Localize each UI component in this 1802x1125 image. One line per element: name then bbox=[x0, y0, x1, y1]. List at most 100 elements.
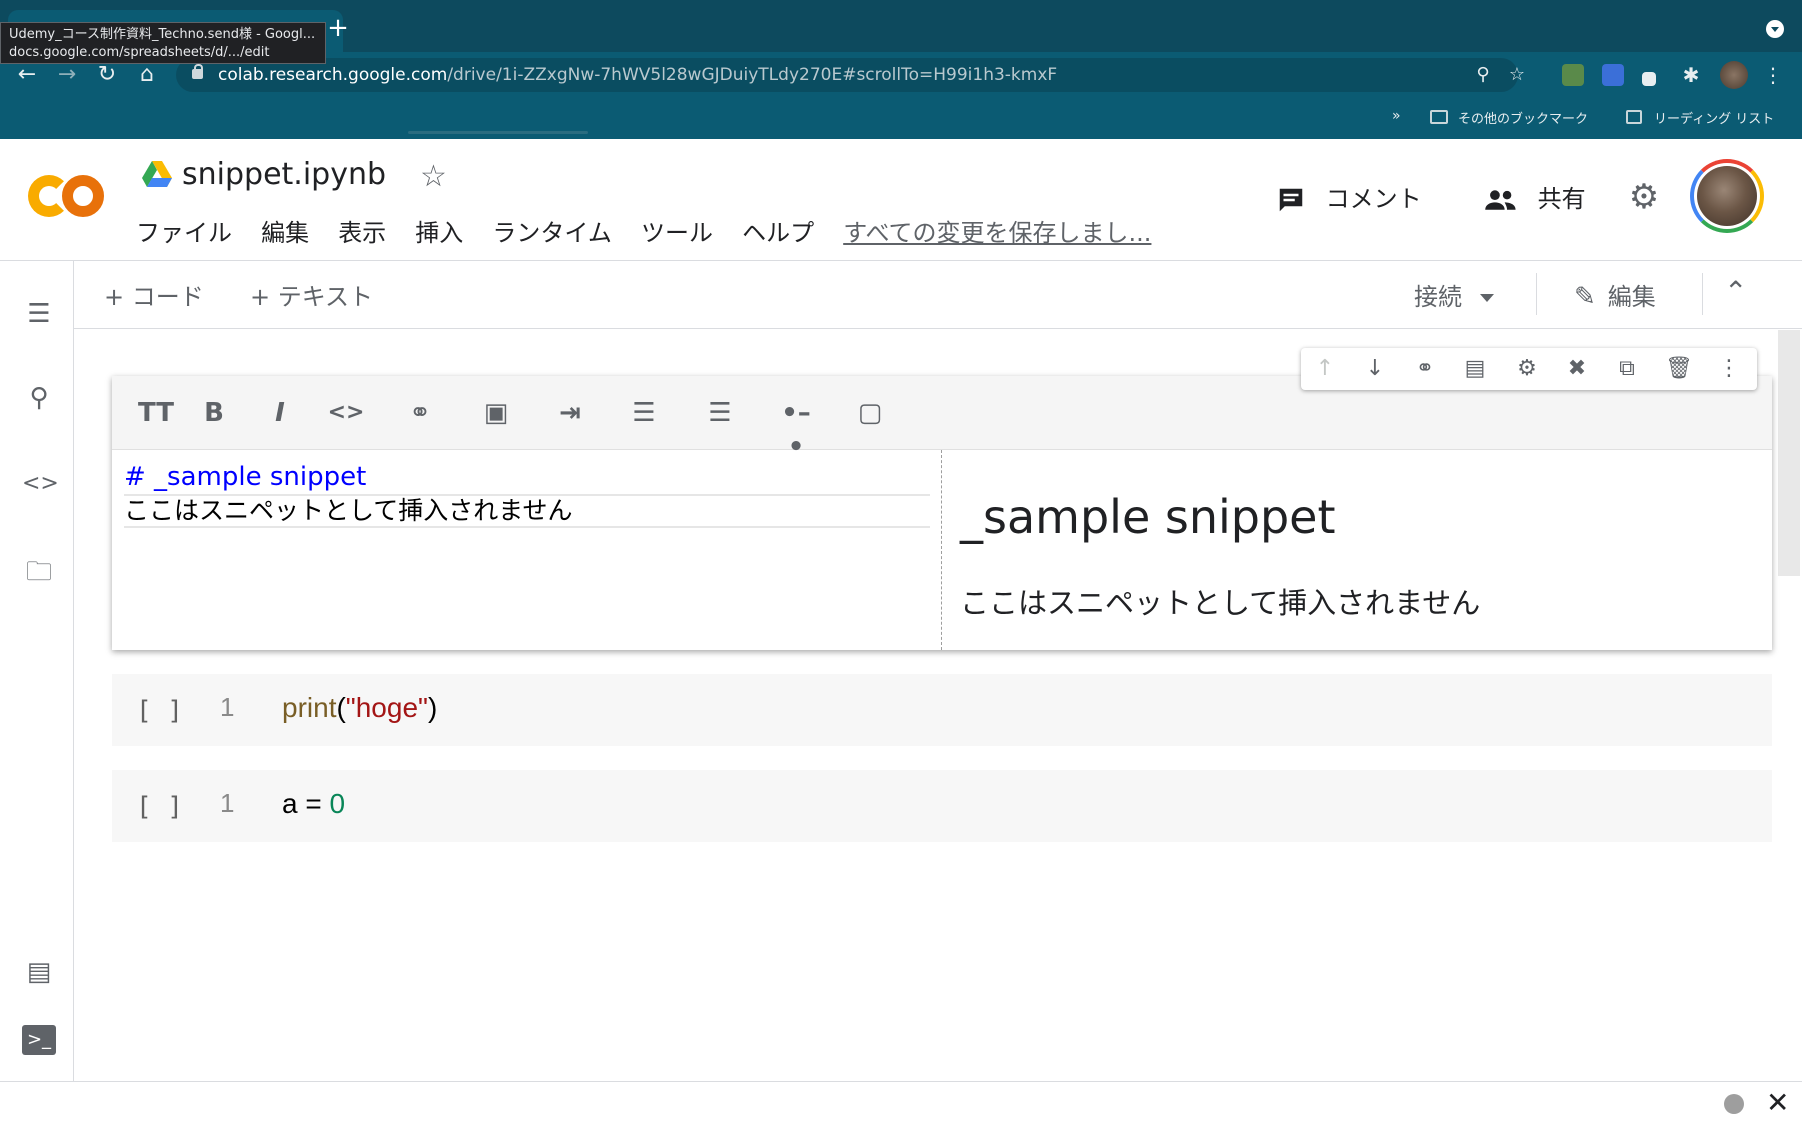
translate-extension-icon[interactable] bbox=[1562, 64, 1584, 86]
save-status[interactable]: すべての変更を保存しまし... bbox=[843, 219, 1151, 247]
close-icon[interactable]: ✕ bbox=[1766, 1086, 1789, 1119]
horizontal-rule-icon[interactable]: •–• bbox=[776, 396, 816, 462]
home-icon[interactable]: ⌂ bbox=[134, 62, 160, 88]
indent-icon[interactable]: ⇥ bbox=[550, 396, 590, 430]
delete-icon[interactable]: 🗑 bbox=[1665, 355, 1693, 383]
link-icon[interactable]: ⚭ bbox=[400, 396, 440, 430]
colab-logo-icon[interactable] bbox=[28, 171, 108, 221]
browser-chrome: + Udemy_コース制作資料_Techno.send様 - Googl... … bbox=[0, 0, 1802, 139]
preview-mode-icon[interactable]: ▢ bbox=[850, 396, 890, 430]
new-tab-icon[interactable]: + bbox=[326, 15, 350, 41]
editor-line-1[interactable]: # _sample snippet bbox=[124, 462, 366, 492]
folder-icon[interactable]: 🗀 bbox=[22, 557, 56, 587]
back-icon[interactable]: ← bbox=[14, 62, 40, 88]
code-cell[interactable]: [ ] 1 a = 0 bbox=[112, 770, 1772, 842]
code-paren-open: ( bbox=[336, 692, 346, 723]
command-palette-icon[interactable]: ▤ bbox=[22, 957, 56, 987]
editor-line-2[interactable]: ここはスニペットとして挿入されません bbox=[124, 494, 930, 528]
url-host: colab.research.google.com bbox=[218, 65, 448, 85]
address-url[interactable]: colab.research.google.com/drive/1i-ZZxgN… bbox=[218, 65, 1057, 85]
bookmark-reading-list[interactable]: リーディング リスト bbox=[1654, 108, 1774, 127]
comment-button[interactable]: コメント bbox=[1276, 179, 1422, 219]
image-icon[interactable]: ▣ bbox=[476, 396, 516, 430]
menu-bar: ファイル 編集 表示 挿入 ランタイム ツール ヘルプ すべての変更を保存しまし… bbox=[136, 213, 1175, 247]
italic-icon[interactable]: I bbox=[260, 396, 300, 430]
connect-button[interactable]: 接続 bbox=[1414, 277, 1494, 312]
preview-heading: _sample snippet bbox=[960, 490, 1336, 544]
bookmark-other[interactable]: その他のブックマーク bbox=[1458, 108, 1588, 127]
table-of-contents-icon[interactable]: ☰ bbox=[22, 299, 56, 329]
search-icon[interactable]: ⚲ bbox=[22, 383, 56, 413]
divider bbox=[1702, 273, 1703, 315]
preview-paragraph: ここはスニペットとして挿入されません bbox=[960, 586, 1481, 620]
status-bar: ✕ bbox=[0, 1081, 1802, 1125]
numbered-list-icon[interactable]: ☰ bbox=[624, 396, 664, 430]
extension-icon[interactable] bbox=[1602, 64, 1624, 86]
bulleted-list-icon[interactable]: ☰ bbox=[700, 396, 740, 430]
menu-insert[interactable]: 挿入 bbox=[415, 219, 463, 247]
zoom-icon[interactable]: ⚲ bbox=[1472, 64, 1494, 86]
add-code-button[interactable]: + コード bbox=[104, 277, 204, 312]
notebook-title[interactable]: snippet.ipynb bbox=[182, 157, 386, 192]
menu-view[interactable]: 表示 bbox=[338, 219, 386, 247]
markdown-editor[interactable]: # _sample snippet ここはスニペットとして挿入されません bbox=[112, 450, 942, 650]
comment-icon[interactable]: ▤ bbox=[1461, 355, 1489, 383]
code-number: 0 bbox=[329, 788, 346, 819]
menu-runtime[interactable]: ランタイム bbox=[492, 219, 612, 247]
bookmarks-overflow[interactable]: » bbox=[1392, 108, 1401, 124]
reading-list-icon bbox=[1626, 110, 1642, 124]
link-icon[interactable]: ⚭ bbox=[1411, 355, 1439, 383]
code-icon[interactable]: <> bbox=[326, 396, 366, 430]
terminal-icon[interactable]: >_ bbox=[22, 1025, 56, 1055]
code-line[interactable]: print("hoge") bbox=[282, 692, 437, 724]
menu-edit[interactable]: 編集 bbox=[261, 219, 309, 247]
dropdown-caret-icon[interactable] bbox=[1480, 294, 1494, 302]
google-drive-icon[interactable] bbox=[142, 161, 172, 187]
lock-icon bbox=[192, 64, 203, 79]
address-bar[interactable]: colab.research.google.com/drive/1i-ZZxgN… bbox=[176, 58, 1525, 92]
bookmark-star-icon[interactable]: ☆ bbox=[1506, 64, 1528, 86]
add-text-button[interactable]: + テキスト bbox=[250, 277, 373, 312]
tab-search-icon[interactable] bbox=[1766, 20, 1784, 38]
settings-gear-icon[interactable]: ⚙ bbox=[1624, 177, 1664, 217]
star-icon[interactable]: ☆ bbox=[420, 159, 447, 194]
code-cell[interactable]: [ ] 1 print("hoge") bbox=[112, 674, 1772, 746]
bookmarks-bar: » その他のブックマーク リーディング リスト bbox=[0, 104, 1802, 130]
extensions-puzzle-icon[interactable]: ✱ bbox=[1680, 64, 1702, 86]
more-options-icon[interactable]: ⋮ bbox=[1715, 355, 1743, 383]
settings-icon[interactable]: ⚙ bbox=[1513, 355, 1541, 383]
text-cell[interactable]: TT B I <> ⚭ ▣ ⇥ ☰ ☰ •–• ▢ # _sample snip… bbox=[112, 376, 1772, 650]
code-snippets-icon[interactable]: <> bbox=[22, 469, 59, 499]
move-up-icon[interactable]: ↑ bbox=[1311, 355, 1339, 383]
edit-mode-button[interactable]: ✎ 編集 bbox=[1574, 277, 1656, 312]
tooltip-title: Udemy_コース制作資料_Techno.send様 - Googl... bbox=[9, 27, 316, 42]
menu-file[interactable]: ファイル bbox=[136, 219, 232, 247]
reload-icon[interactable]: ↻ bbox=[94, 62, 120, 88]
line-number: 1 bbox=[220, 788, 235, 818]
browser-menu-icon[interactable]: ⋮ bbox=[1762, 64, 1784, 86]
status-indicator-icon bbox=[1724, 1094, 1744, 1114]
menu-tools[interactable]: ツール bbox=[641, 219, 713, 247]
forward-icon[interactable]: → bbox=[54, 62, 80, 88]
tab-tooltip: Udemy_コース制作資料_Techno.send様 - Googl... do… bbox=[0, 22, 326, 64]
pencil-icon: ✎ bbox=[1574, 282, 1596, 312]
heading-icon[interactable]: TT bbox=[136, 396, 176, 430]
mirror-cell-icon[interactable]: ⧉ bbox=[1613, 355, 1641, 383]
logo-o bbox=[62, 175, 104, 217]
share-label: 共有 bbox=[1537, 185, 1586, 213]
close-editor-icon[interactable]: ✖ bbox=[1563, 355, 1591, 383]
profile-avatar-icon[interactable] bbox=[1720, 61, 1748, 89]
code-line[interactable]: a = 0 bbox=[282, 788, 345, 820]
share-button[interactable]: 共有 bbox=[1484, 179, 1586, 219]
code-paren-close: ) bbox=[427, 692, 438, 723]
run-cell-button[interactable]: [ ] bbox=[136, 792, 183, 822]
account-avatar[interactable] bbox=[1690, 159, 1764, 233]
bold-icon[interactable]: B bbox=[194, 396, 234, 430]
menu-help[interactable]: ヘルプ bbox=[742, 219, 814, 247]
extension-icon-2[interactable] bbox=[1642, 72, 1656, 86]
collapse-header-icon[interactable]: ⌃ bbox=[1724, 275, 1747, 308]
run-cell-button[interactable]: [ ] bbox=[136, 696, 183, 726]
scrollbar-thumb[interactable] bbox=[1778, 330, 1800, 576]
move-down-icon[interactable]: ↓ bbox=[1361, 355, 1389, 383]
colab-header: snippet.ipynb ☆ ファイル 編集 表示 挿入 ランタイム ツール … bbox=[0, 139, 1802, 261]
